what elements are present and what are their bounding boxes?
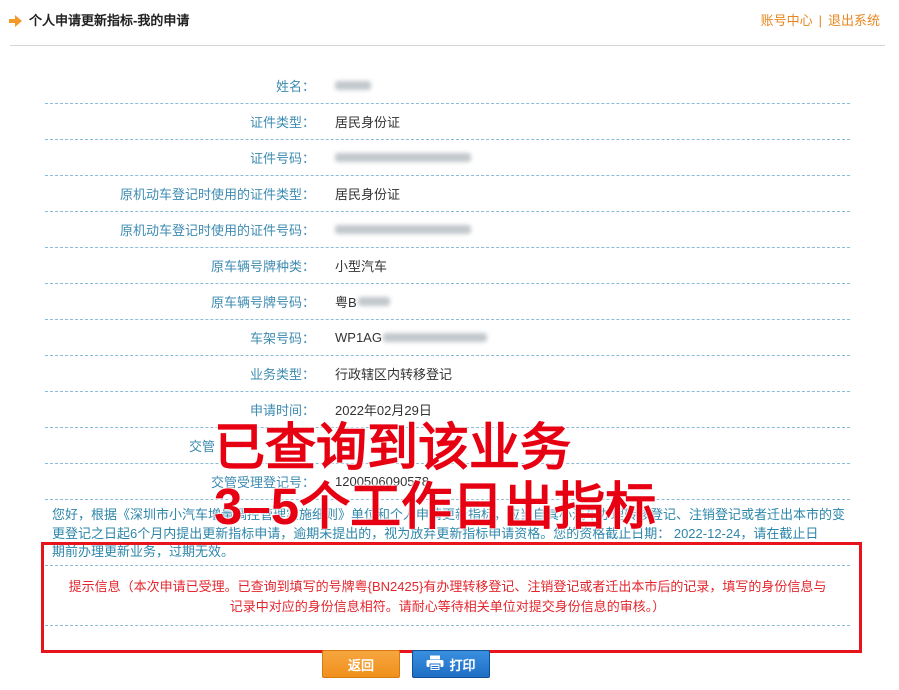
field-value: 居民身份证 (335, 187, 401, 202)
return-button[interactable]: 返回 (322, 650, 400, 678)
field-value (315, 153, 471, 162)
annotation-frame (41, 542, 862, 653)
printer-icon (426, 655, 449, 674)
plate-prefix: 粤B (335, 295, 357, 310)
redacted-blur (382, 333, 487, 342)
link-separator: | (818, 13, 822, 28)
redacted-blur (335, 153, 471, 162)
form-row-id-type: 证件类型： 居民身份证 (45, 104, 850, 140)
page-title: 个人申请更新指标-我的申请 (29, 13, 190, 28)
field-value: 2022年02月29日 (335, 403, 432, 418)
print-button[interactable]: 打印 (412, 650, 490, 678)
field-value: 小型汽车 (335, 259, 388, 274)
form-row-orig-id-type: 原机动车登记时使用的证件类型： 居民身份证 (45, 176, 850, 212)
arrow-right-icon (9, 15, 22, 27)
field-value (315, 81, 371, 90)
form-row-id-number: 证件号码： (45, 140, 850, 176)
overlay-annotation-line2: 3–5个工作日出指标 (214, 478, 657, 535)
field-label: 原车辆号牌种类： (210, 259, 315, 274)
account-center-link[interactable]: 账号中心 (761, 13, 813, 28)
field-value (315, 225, 471, 234)
field-label: 姓名： (275, 79, 315, 94)
field-label: 原机动车登记时使用的证件类型： (119, 187, 315, 202)
redacted-blur (335, 225, 471, 234)
field-label: 原车辆号牌号码： (210, 295, 315, 310)
field-value: 行政辖区内转移登记 (335, 367, 453, 382)
header-divider (10, 45, 885, 46)
field-value: WP1AG (315, 330, 487, 345)
field-value: 居民身份证 (335, 115, 401, 130)
logout-link[interactable]: 退出系统 (828, 13, 880, 28)
vin-prefix: WP1AG (335, 330, 382, 345)
field-label: 申请时间： (249, 403, 315, 418)
form-row-vin: 车架号码： WP1AG (45, 320, 850, 356)
field-label: 业务类型： (249, 367, 315, 382)
field-value: 粤B (315, 292, 390, 311)
return-button-label: 返回 (347, 657, 374, 673)
field-label: 证件号码： (249, 151, 315, 166)
print-button-label: 打印 (449, 657, 476, 673)
field-label: 车架号码： (249, 331, 315, 346)
header-links: 账号中心 | 退出系统 (761, 12, 880, 30)
overlay-annotation-line1: 已查询到该业务 (214, 419, 572, 476)
form-row-plate-number: 原车辆号牌号码： 粤B (45, 284, 850, 320)
field-label: 证件类型： (249, 115, 315, 130)
form-row-orig-id-number: 原机动车登记时使用的证件号码： (45, 212, 850, 248)
redacted-blur (357, 297, 390, 306)
redacted-blur (335, 81, 371, 90)
field-label: 原机动车登记时使用的证件号码： (119, 223, 315, 238)
form-row-business-type: 业务类型： 行政辖区内转移登记 (45, 356, 850, 392)
form-row-plate-type: 原车辆号牌种类： 小型汽车 (45, 248, 850, 284)
form-row-name: 姓名： (45, 68, 850, 104)
